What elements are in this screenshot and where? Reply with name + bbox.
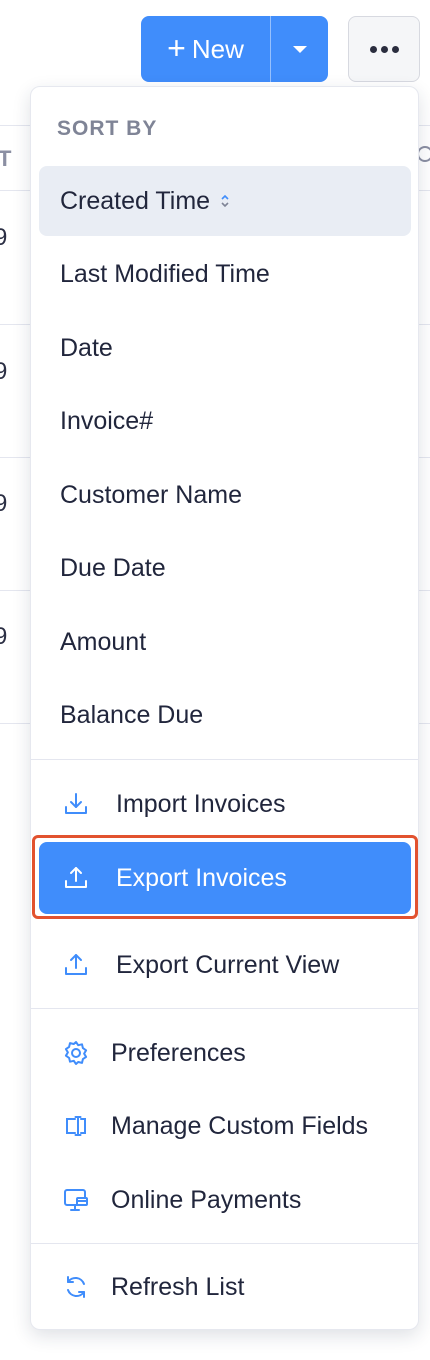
caret-down-icon [292, 45, 307, 53]
new-split-button: + New [141, 16, 328, 82]
sort-option-date[interactable]: Date [39, 313, 411, 383]
action-label: Export Invoices [116, 863, 287, 892]
more-dots-icon [369, 45, 377, 53]
table-cell: 9 [0, 358, 8, 385]
export-current-view-item[interactable]: Export Current View [39, 929, 411, 1001]
sort-by-heading: SORT BY [57, 117, 158, 140]
new-button[interactable]: + New [141, 16, 270, 82]
sort-option-amount[interactable]: Amount [39, 607, 411, 677]
action-label: Export Current View [116, 950, 340, 979]
action-label: Online Payments [111, 1185, 302, 1214]
sort-option-label: Last Modified Time [60, 259, 270, 288]
custom-field-icon [61, 1111, 91, 1141]
more-options-button[interactable] [348, 16, 420, 82]
manage-custom-fields-item[interactable]: Manage Custom Fields [39, 1090, 411, 1162]
sort-option-label: Due Date [60, 553, 166, 582]
table-cell: 9 [0, 490, 8, 517]
sort-direction-icon [220, 193, 230, 209]
sort-option-label: Balance Due [60, 700, 204, 729]
plus-icon: + [167, 29, 186, 66]
upload-icon [61, 950, 91, 980]
import-invoices-item[interactable]: Import Invoices [39, 768, 411, 840]
sort-option-label: Date [60, 333, 113, 362]
menu-divider [31, 759, 418, 760]
sort-option-last-modified-time[interactable]: Last Modified Time [39, 239, 411, 309]
download-icon [61, 789, 91, 819]
preferences-item[interactable]: Preferences [39, 1017, 411, 1089]
upload-icon [61, 863, 91, 893]
menu-divider [31, 1008, 418, 1009]
payment-screen-icon [61, 1185, 91, 1215]
table-cell: 9 [0, 623, 8, 650]
sort-option-label: Customer Name [60, 480, 242, 509]
menu-divider [31, 1243, 418, 1244]
refresh-list-item[interactable]: Refresh List [39, 1251, 411, 1323]
more-dots-icon [391, 45, 399, 53]
sort-option-label: Invoice# [60, 406, 154, 435]
refresh-icon [61, 1272, 91, 1302]
new-button-label: New [191, 33, 244, 64]
action-label: Refresh List [111, 1272, 245, 1301]
new-dropdown-button[interactable] [271, 16, 328, 82]
action-label: Manage Custom Fields [111, 1111, 369, 1140]
more-options-menu: SORT BY Created Time Last Modified Time … [30, 86, 419, 1330]
action-label: Preferences [111, 1038, 246, 1067]
sort-option-created-time[interactable]: Created Time [39, 166, 411, 236]
more-dots-icon [380, 45, 388, 53]
sort-option-invoice-number[interactable]: Invoice# [39, 386, 411, 456]
sort-option-due-date[interactable]: Due Date [39, 533, 411, 603]
sort-option-label: Created Time [60, 186, 211, 215]
table-cell: 9 [0, 224, 8, 251]
sort-option-balance-due[interactable]: Balance Due [39, 680, 411, 750]
action-label: Import Invoices [116, 789, 286, 818]
sort-option-label: Amount [60, 627, 147, 656]
column-header-fragment: T [0, 146, 12, 171]
online-payments-item[interactable]: Online Payments [39, 1164, 411, 1236]
gear-icon [61, 1038, 91, 1068]
sort-option-customer-name[interactable]: Customer Name [39, 460, 411, 530]
export-invoices-item[interactable]: Export Invoices [39, 842, 411, 914]
